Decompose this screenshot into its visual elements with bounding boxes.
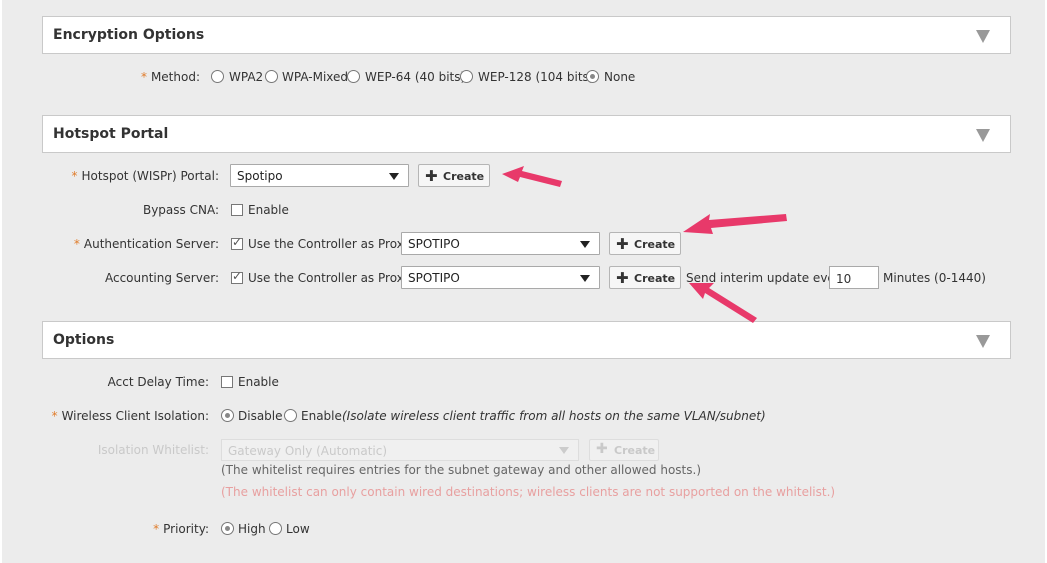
arrow-icon [683, 214, 787, 234]
arrow-icon [502, 166, 562, 187]
settings-panel: Encryption Options * Method: WPA2 WPA-Mix… [2, 0, 1045, 563]
arrow-icon [689, 283, 757, 323]
annotation-arrows [502, 166, 787, 323]
